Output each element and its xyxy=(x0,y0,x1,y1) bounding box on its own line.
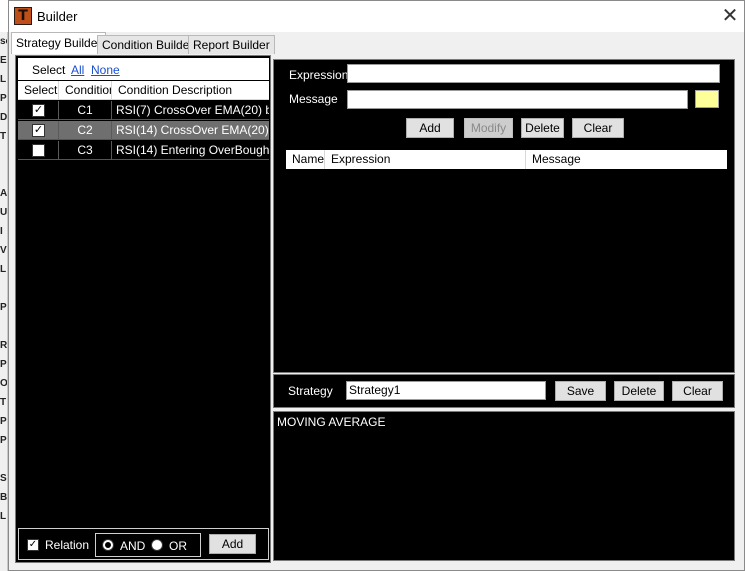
background-strip-text: L xyxy=(0,74,7,85)
background-strip-text xyxy=(0,450,7,469)
message-color-picker[interactable] xyxy=(695,90,719,108)
row-select-cell xyxy=(18,141,59,160)
delete-expression-button[interactable]: Delete xyxy=(521,118,564,138)
column-header-expression[interactable]: Expression xyxy=(325,150,526,169)
background-strip-text: P xyxy=(0,302,7,313)
row-checkbox[interactable]: ✓ xyxy=(32,124,45,137)
row-checkbox[interactable]: ✓ xyxy=(32,104,45,117)
background-strip-text: S xyxy=(0,473,7,484)
tab-strip: Strategy Builder Condition Builder Repor… xyxy=(9,32,744,54)
background-strip-text xyxy=(0,317,7,336)
background-strip-text: R xyxy=(0,340,7,351)
or-label: OR xyxy=(169,539,187,553)
background-strip-text xyxy=(0,146,7,165)
message-input[interactable] xyxy=(347,90,688,109)
background-strip-text: T xyxy=(0,397,7,408)
strategy-notes-area[interactable]: MOVING AVERAGE xyxy=(273,411,735,561)
row-condition-cell: C3 xyxy=(59,141,112,160)
expression-input[interactable] xyxy=(347,64,720,83)
table-row[interactable]: C3 RSI(14) Entering OverBought... xyxy=(18,141,269,160)
relation-group: ✓ Relation AND OR Add xyxy=(18,528,269,560)
window-title: Builder xyxy=(37,9,78,24)
column-header-message[interactable]: Message xyxy=(526,150,727,169)
background-strip-text xyxy=(0,165,7,184)
row-description-cell: RSI(14) Entering OverBought... xyxy=(116,143,269,157)
relation-label: Relation xyxy=(45,538,90,552)
row-condition-cell: C2 xyxy=(59,121,112,140)
background-strip-text: P xyxy=(0,359,7,370)
strategy-bar: Strategy Strategy1 Save Delete Clear xyxy=(273,374,735,408)
table-header: Select Condition Condition Description xyxy=(18,81,269,100)
background-strip-text: sc xyxy=(0,36,7,47)
background-strip-text: T xyxy=(0,131,7,142)
select-all-link[interactable]: All xyxy=(71,63,84,77)
tab-condition-builder[interactable]: Condition Builder xyxy=(97,35,199,54)
column-header-condition[interactable]: Condition xyxy=(59,81,112,100)
table-row[interactable]: ✓ C1 RSI(7) CrossOver EMA(20) b... xyxy=(18,101,269,120)
add-expression-button[interactable]: Add xyxy=(406,118,454,138)
expression-label: Expression xyxy=(289,68,349,82)
expression-grid-header: Name Expression Message xyxy=(286,150,727,169)
background-strip-text: P xyxy=(0,93,7,104)
strategy-name-input[interactable]: Strategy1 xyxy=(346,381,546,400)
and-or-radio-group: AND OR xyxy=(95,533,201,557)
save-strategy-button[interactable]: Save xyxy=(555,381,606,401)
delete-strategy-button[interactable]: Delete xyxy=(614,381,664,401)
background-strip-text: A xyxy=(0,188,7,199)
and-label: AND xyxy=(120,539,146,553)
or-radio[interactable] xyxy=(151,539,163,551)
background-strip-text: L xyxy=(0,511,7,522)
background-strip-text: U xyxy=(0,207,7,218)
background-strip-text: D xyxy=(0,112,7,123)
row-select-cell: ✓ xyxy=(18,101,59,120)
table-row[interactable]: ✓ C2 RSI(14) CrossOver EMA(20) ... xyxy=(18,121,269,140)
column-header-select[interactable]: Select xyxy=(18,81,59,100)
tab-strategy-builder[interactable]: Strategy Builder xyxy=(11,32,107,54)
app-logo-icon: T xyxy=(14,7,32,25)
expression-panel: Expression Message Add Modify Delete Cle… xyxy=(273,59,735,373)
background-strip-text: O xyxy=(0,374,7,393)
tab-report-builder[interactable]: Report Builder xyxy=(188,35,275,54)
select-label: Select xyxy=(32,63,66,77)
background-strip-text: B xyxy=(0,492,7,503)
background-window-strip: scELPDTAUIVLPRPOTPPSBL xyxy=(0,32,8,571)
row-condition-cell: C1 xyxy=(59,101,112,120)
row-description-cell: RSI(7) CrossOver EMA(20) b... xyxy=(116,103,269,117)
row-select-cell: ✓ xyxy=(18,121,59,140)
notes-text: MOVING AVERAGE xyxy=(277,415,386,429)
clear-strategy-button[interactable]: Clear xyxy=(672,381,723,401)
row-checkbox[interactable] xyxy=(32,144,45,157)
select-none-link[interactable]: None xyxy=(91,63,120,77)
title-bar: T Builder ✕ xyxy=(9,1,744,32)
modify-button[interactable]: Modify xyxy=(464,118,513,138)
strategy-label: Strategy xyxy=(288,384,333,398)
background-strip-text: E xyxy=(0,55,7,66)
and-radio[interactable] xyxy=(102,539,114,551)
background-strip-text: V xyxy=(0,245,7,256)
column-header-description[interactable]: Condition Description xyxy=(112,81,269,100)
add-condition-button[interactable]: Add xyxy=(209,534,256,554)
background-strip-text: P xyxy=(0,435,7,446)
column-header-name[interactable]: Name xyxy=(286,150,325,169)
row-description-cell: RSI(14) CrossOver EMA(20) ... xyxy=(116,123,269,137)
builder-window: T Builder ✕ Strategy Builder Condition B… xyxy=(8,0,745,571)
relation-checkbox[interactable]: ✓ xyxy=(27,539,39,551)
select-toolbar: Select All None xyxy=(18,58,269,80)
close-icon[interactable]: ✕ xyxy=(717,5,743,29)
background-strip-text: I xyxy=(0,226,3,237)
condition-panel: Select All None Select Condition Conditi… xyxy=(15,55,271,563)
background-strip-text: L xyxy=(0,264,7,275)
message-label: Message xyxy=(289,92,338,106)
clear-expression-button[interactable]: Clear xyxy=(572,118,624,138)
background-strip-text xyxy=(0,279,7,298)
background-strip-text: P xyxy=(0,416,7,427)
